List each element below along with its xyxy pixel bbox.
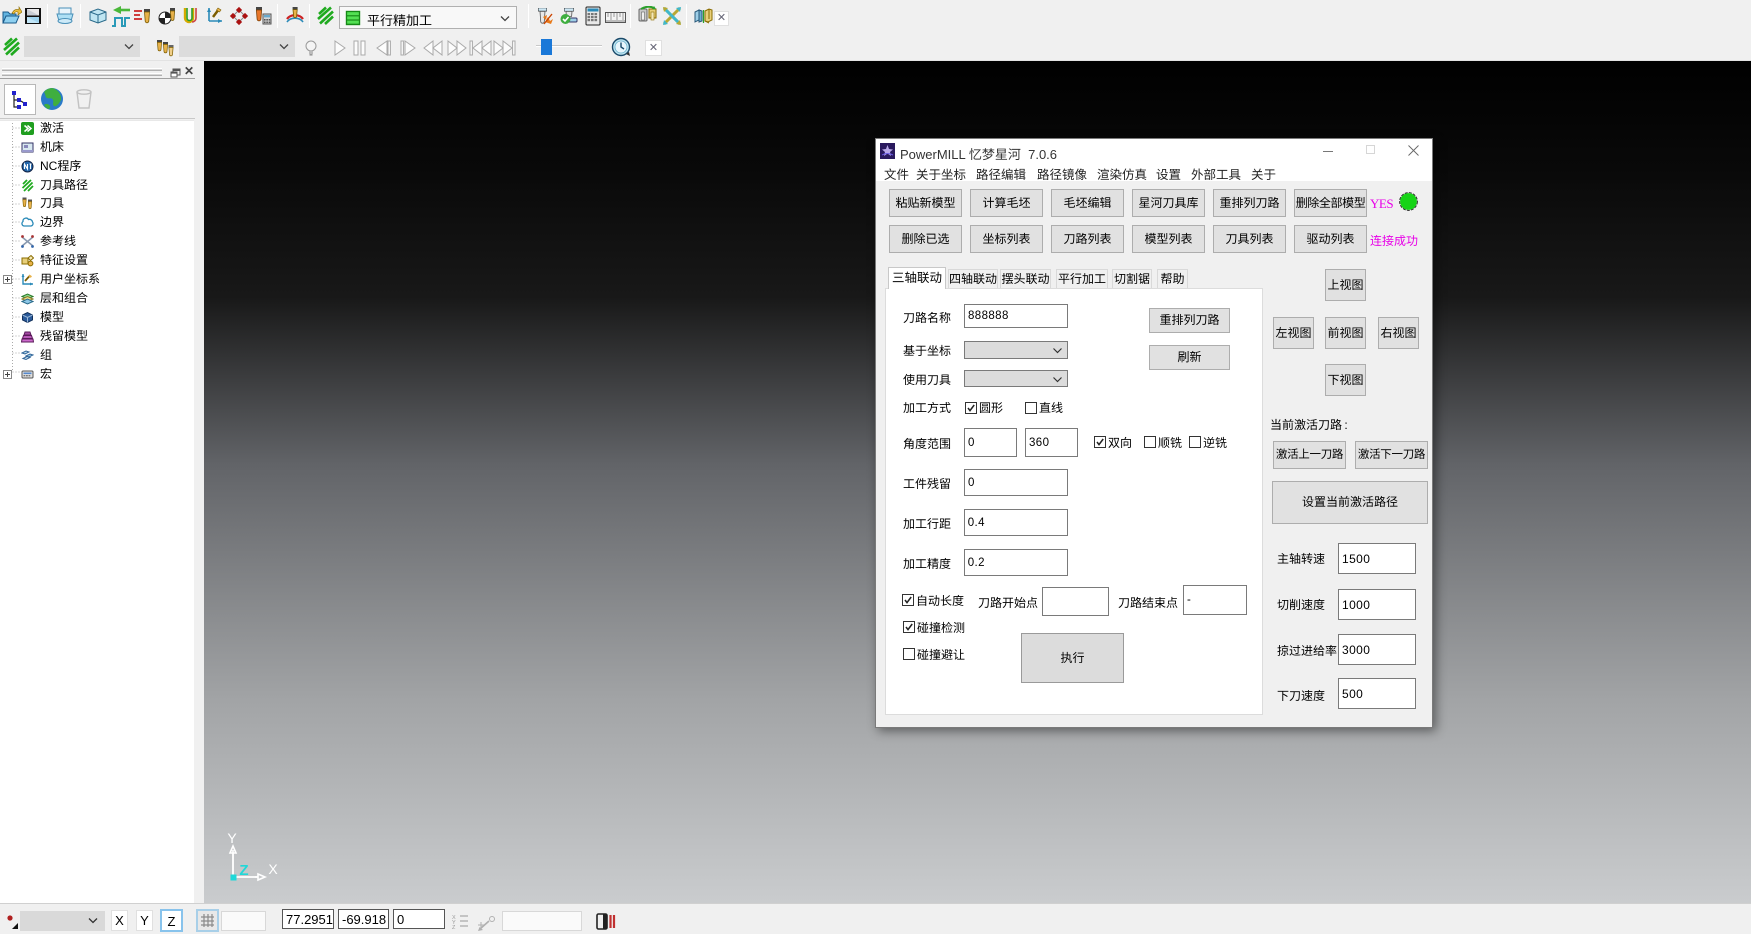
svg-text:X: X [268, 861, 278, 877]
svg-text:Z: Z [239, 862, 248, 879]
svg-text:Y: Y [227, 832, 237, 846]
